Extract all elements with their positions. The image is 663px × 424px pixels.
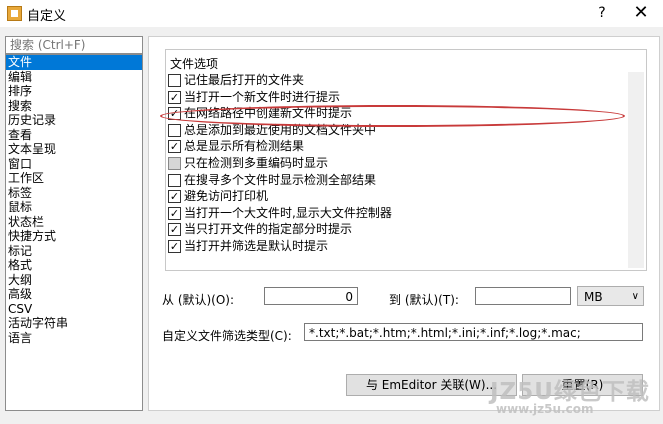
to-label: 到 (默认)(T): (389, 293, 459, 307)
to-size-field[interactable] (475, 287, 571, 305)
option-row[interactable]: ✓ 避免访问打印机 (168, 188, 628, 205)
option-checkbox[interactable] (168, 74, 181, 87)
nav-item[interactable]: 工作区 (6, 171, 142, 186)
option-row[interactable]: 只在检测到多重编码时显示 (168, 155, 628, 172)
help-button[interactable]: ? (593, 3, 611, 23)
category-list[interactable]: 文件 编辑 排序 搜索 历史记录 查看 文本呈现 窗口 工作区 标签 鼠标 状态栏 快捷方式 标记 格式 大纲… (5, 54, 143, 411)
title-bar: 自定义 ? ✕ (0, 0, 663, 27)
from-size-field[interactable]: 0 (264, 287, 358, 305)
option-label: 总是显示所有检测结果 (184, 139, 305, 154)
option-row[interactable]: ✓ 当只打开文件的指定部分时提示 (168, 221, 628, 238)
option-label: 只在检测到多重编码时显示 (184, 155, 329, 170)
option-checkbox[interactable]: ✓ (168, 90, 181, 104)
option-row[interactable]: ✓ 当打开一个新文件时进行提示 (168, 89, 628, 106)
nav-item[interactable]: 高级 (6, 287, 142, 302)
option-label: 当只打开文件的指定部分时提示 (184, 222, 353, 237)
nav-item[interactable]: 窗口 (6, 157, 142, 172)
nav-item[interactable]: 状态栏 (6, 215, 142, 230)
window-title: 自定义 (27, 9, 67, 24)
option-checkbox[interactable]: ✓ (168, 223, 181, 237)
from-label: 从 (默认)(O): (162, 293, 235, 307)
nav-item[interactable]: 文件 (6, 55, 142, 70)
nav-item[interactable]: 排序 (6, 84, 142, 99)
nav-item[interactable]: CSV (6, 302, 142, 317)
nav-item[interactable]: 查看 (6, 128, 142, 143)
nav-item[interactable]: 搜索 (6, 99, 142, 114)
search-input[interactable] (5, 36, 143, 54)
chevron-down-icon: ∨ (631, 291, 639, 302)
option-row[interactable]: ✓ 总是显示所有检测结果 (168, 138, 628, 155)
nav-item[interactable]: 大纲 (6, 273, 142, 288)
option-row[interactable]: 记住最后打开的文件夹 (168, 72, 628, 89)
highlight-annotation (160, 105, 625, 127)
nav-item[interactable]: 历史记录 (6, 113, 142, 128)
option-checkbox[interactable]: ✓ (168, 140, 181, 154)
option-checkbox[interactable] (168, 123, 181, 137)
option-checkbox[interactable]: ✓ (168, 239, 181, 253)
unit-select[interactable]: MB ∨ (577, 286, 644, 306)
nav-item[interactable]: 活动字符串 (6, 316, 142, 331)
nav-item[interactable]: 快捷方式 (6, 229, 142, 244)
close-button[interactable]: ✕ (632, 3, 650, 23)
option-checkbox[interactable] (168, 156, 181, 170)
option-label: 记住最后打开的文件夹 (184, 73, 305, 87)
option-label: 避免访问打印机 (184, 189, 269, 204)
option-label: 当打开一个新文件时进行提示 (184, 89, 341, 104)
option-label: 当打开并筛选是默认时提示 (184, 238, 329, 253)
filter-label: 自定义文件筛选类型(C): (162, 329, 292, 343)
option-row[interactable]: ✓ 当打开一个大文件时,显示大文件控制器 (168, 205, 628, 222)
associate-button[interactable]: 与 EmEditor 关联(W)... (346, 374, 517, 396)
nav-item[interactable]: 语言 (6, 331, 142, 346)
option-label: 在搜寻多个文件时显示检测全部结果 (184, 172, 377, 187)
option-label: 当打开一个大文件时,显示大文件控制器 (184, 205, 392, 220)
option-checkbox[interactable]: ✓ (168, 206, 181, 220)
nav-item[interactable]: 标签 (6, 186, 142, 201)
nav-item[interactable]: 编辑 (6, 70, 142, 85)
unit-select-value: MB (584, 290, 603, 304)
nav-item[interactable]: 格式 (6, 258, 142, 273)
reset-button[interactable]: 重置(R) (522, 374, 643, 396)
filter-field[interactable]: *.txt;*.bat;*.htm;*.html;*.ini;*.inf;*.l… (304, 323, 643, 341)
file-options-scrollbar[interactable] (628, 72, 644, 268)
option-row[interactable]: ✓ 当打开并筛选是默认时提示 (168, 238, 628, 255)
nav-item[interactable]: 鼠标 (6, 200, 142, 215)
option-row[interactable]: 在搜寻多个文件时显示检测全部结果 (168, 172, 628, 189)
file-options-list: 记住最后打开的文件夹 ✓ 当打开一个新文件时进行提示 ✓ 在网络路径中创建新文件时提示总… (168, 72, 628, 268)
nav-item[interactable]: 标记 (6, 244, 142, 259)
app-icon (7, 6, 22, 21)
file-options-title: 文件选项 (170, 57, 219, 71)
nav-item[interactable]: 文本呈现 (6, 142, 142, 157)
option-checkbox[interactable] (168, 173, 181, 187)
option-checkbox[interactable]: ✓ (168, 190, 181, 204)
